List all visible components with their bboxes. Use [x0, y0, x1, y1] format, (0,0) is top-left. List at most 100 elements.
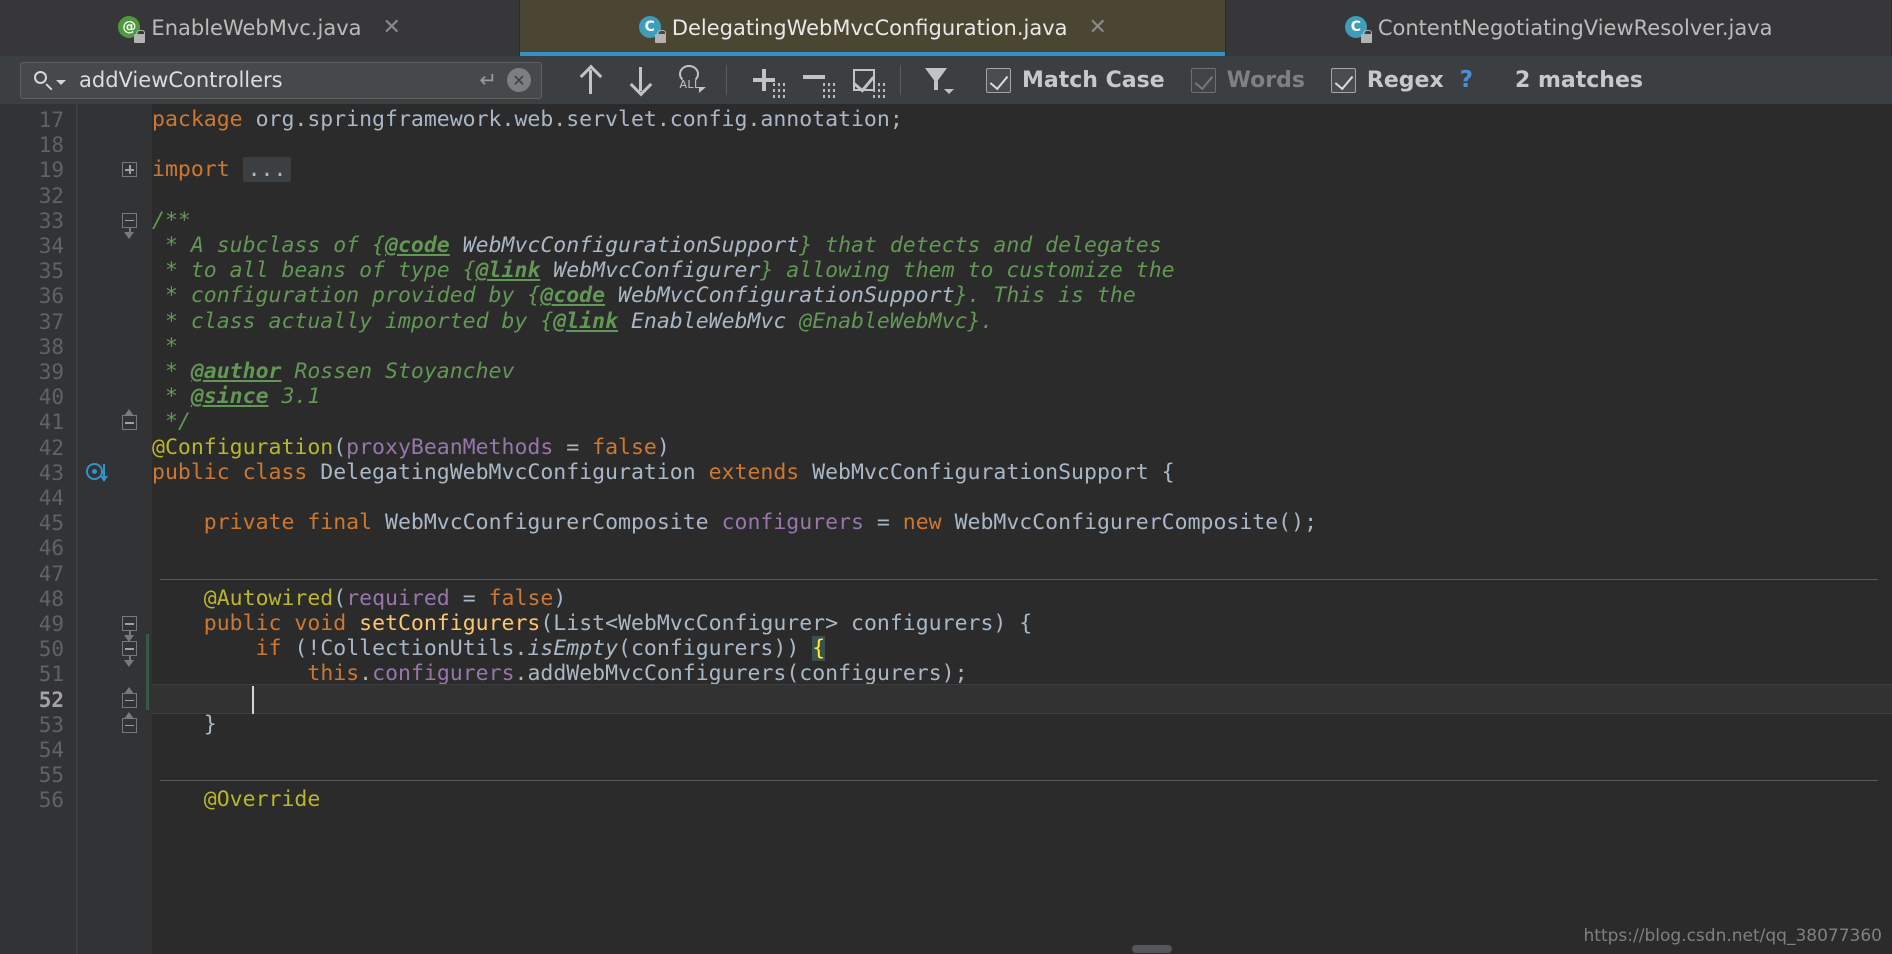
code-text-area[interactable]: package org.springframework.web.servlet.…: [152, 104, 1892, 954]
filter-button[interactable]: [916, 60, 960, 100]
close-icon[interactable]: ✕: [383, 17, 401, 39]
add-selection-button[interactable]: [742, 60, 786, 100]
select-all-carets-button[interactable]: [842, 60, 886, 100]
code-token: * configuration provided by {: [152, 283, 541, 309]
code-token: {: [812, 636, 826, 662]
editor-tab-enablewebmvc[interactable]: @ EnableWebMvc.java ✕: [0, 0, 521, 56]
code-token: }. This is the: [954, 283, 1136, 309]
fold-collapse-icon[interactable]: [122, 616, 137, 631]
regex-checkbox-box[interactable]: [1330, 67, 1356, 93]
line-number-gutter: 17 18 19 32 33 34 35 36 37 38 39 40 41 42 43 44 45 46 47 48…: [0, 104, 78, 954]
match-case-label: Match Case: [1022, 67, 1165, 93]
code-token: } that detects and delegates: [799, 233, 1162, 258]
words-checkbox: Words: [1190, 67, 1305, 93]
words-checkbox-box: [1190, 67, 1216, 93]
close-icon[interactable]: ✕: [1089, 17, 1107, 39]
chevron-down-icon[interactable]: [56, 79, 66, 85]
toolbar-divider: [900, 65, 901, 95]
gutter-icon-column[interactable]: [78, 104, 152, 954]
select-all-occurrences-button[interactable]: ALL: [668, 60, 712, 100]
caret-marks-icon: [823, 83, 835, 99]
watermark-text: https://blog.csdn.net/qq_38077360: [1583, 926, 1882, 946]
regex-help-link[interactable]: ?: [1460, 67, 1473, 93]
fold-collapse-icon[interactable]: [122, 415, 137, 431]
code-editor[interactable]: 17 18 19 32 33 34 35 36 37 38 39 40 41 42 43 44 45 46 47 48…: [0, 104, 1892, 954]
code-token: =: [449, 585, 489, 611]
clear-search-button[interactable]: ✕: [507, 68, 531, 92]
lock-icon: [654, 30, 666, 43]
code-line[interactable]: @Override: [204, 785, 321, 815]
code-token: import: [152, 157, 243, 183]
words-label: Words: [1226, 67, 1305, 93]
code-token: @code: [540, 283, 606, 309]
find-toolbar: addViewControllers ↵ ✕ ALL Match Case Wo…: [0, 56, 1892, 104]
code-token: WebMvcConfigurerComposite: [385, 510, 722, 536]
code-token: (List<WebMvcConfigurer> configurers) {: [540, 611, 1033, 636]
code-line[interactable]: public class DelegatingWebMvcConfigurati…: [152, 458, 1175, 488]
code-token: configurers: [721, 510, 864, 536]
code-token: ): [656, 434, 670, 460]
search-input[interactable]: addViewControllers: [79, 68, 479, 92]
code-token: *: [152, 384, 191, 410]
code-token: @author: [190, 359, 282, 384]
fold-collapse-icon[interactable]: [122, 641, 137, 657]
code-token: }: [203, 711, 217, 737]
search-field[interactable]: addViewControllers ↵ ✕: [20, 61, 542, 99]
code-token: *: [152, 359, 191, 384]
code-token: @EnableWebMvc}.: [786, 308, 994, 334]
code-token: false: [488, 585, 554, 611]
code-token: * class actually imported by {: [152, 308, 554, 334]
current-line-highlight: [152, 683, 1892, 714]
fold-collapse-icon[interactable]: [122, 212, 137, 228]
code-token: */: [152, 409, 191, 435]
toolbar-divider: [726, 65, 727, 95]
code-token: (!CollectionUtils.: [294, 636, 528, 662]
annotation-class-icon: @: [118, 16, 146, 43]
search-icon[interactable]: [33, 70, 53, 91]
select-all-icon: ALL: [674, 65, 706, 95]
code-token: (: [333, 585, 347, 611]
code-token: /**: [152, 207, 191, 233]
remove-carets-icon: [803, 69, 825, 91]
code-token: setConfigurers: [359, 611, 541, 636]
editor-tab-delegatingwebmvcconfiguration[interactable]: C DelegatingWebMvcConfiguration.java ✕: [520, 0, 1227, 56]
editor-tab-contentnegotiatingviewresolver[interactable]: C ContentNegotiatingViewResolver.java: [1226, 0, 1892, 56]
java-class-icon: C: [1344, 16, 1372, 43]
regex-label: Regex: [1366, 67, 1444, 93]
fold-collapse-icon[interactable]: [122, 717, 137, 733]
implemented-method-icon[interactable]: [86, 461, 110, 485]
code-line[interactable]: * class actually imported by {@link Enab…: [152, 307, 993, 337]
code-token: ...: [242, 157, 292, 183]
code-token: ): [553, 585, 567, 611]
code-token: required: [346, 585, 450, 611]
filter-icon: [925, 66, 954, 94]
caret-marks-icon: [873, 83, 885, 99]
code-token: @link: [553, 308, 619, 334]
code-token: private final: [203, 510, 386, 536]
regex-checkbox[interactable]: Regex: [1330, 67, 1444, 93]
code-token: @link: [475, 258, 541, 284]
find-next-button[interactable]: [618, 60, 662, 100]
editor-tab-label: ContentNegotiatingViewResolver.java: [1377, 15, 1773, 40]
vcs-change-marker: [146, 659, 149, 685]
find-previous-button[interactable]: [568, 60, 612, 100]
code-token: if: [255, 636, 295, 662]
code-line[interactable]: package org.springframework.web.servlet.…: [152, 105, 903, 135]
editor-tab-label: EnableWebMvc.java: [151, 15, 362, 40]
code-token: WebMvcConfigurationSupport {: [812, 459, 1175, 485]
code-token: @since: [190, 384, 269, 410]
code-line[interactable]: import ...: [152, 155, 292, 185]
code-line[interactable]: private final WebMvcConfigurerComposite …: [204, 508, 1317, 538]
code-token: org.springframework.web.servlet.config.a…: [255, 107, 903, 132]
match-case-checkbox[interactable]: Match Case: [986, 67, 1165, 93]
fold-expand-icon[interactable]: [122, 162, 137, 178]
remove-selection-button[interactable]: [792, 60, 836, 100]
code-token: public class: [152, 459, 321, 485]
code-line[interactable]: }: [204, 710, 217, 740]
editor-tab-bar: @ EnableWebMvc.java ✕ C DelegatingWebMvc…: [0, 0, 1892, 56]
match-case-checkbox-box[interactable]: [986, 67, 1011, 93]
horizontal-scrollbar-thumb[interactable]: [1132, 945, 1172, 953]
fold-collapse-icon[interactable]: [122, 692, 137, 708]
lock-icon: [134, 30, 146, 43]
code-token: EnableWebMvc: [630, 308, 787, 334]
